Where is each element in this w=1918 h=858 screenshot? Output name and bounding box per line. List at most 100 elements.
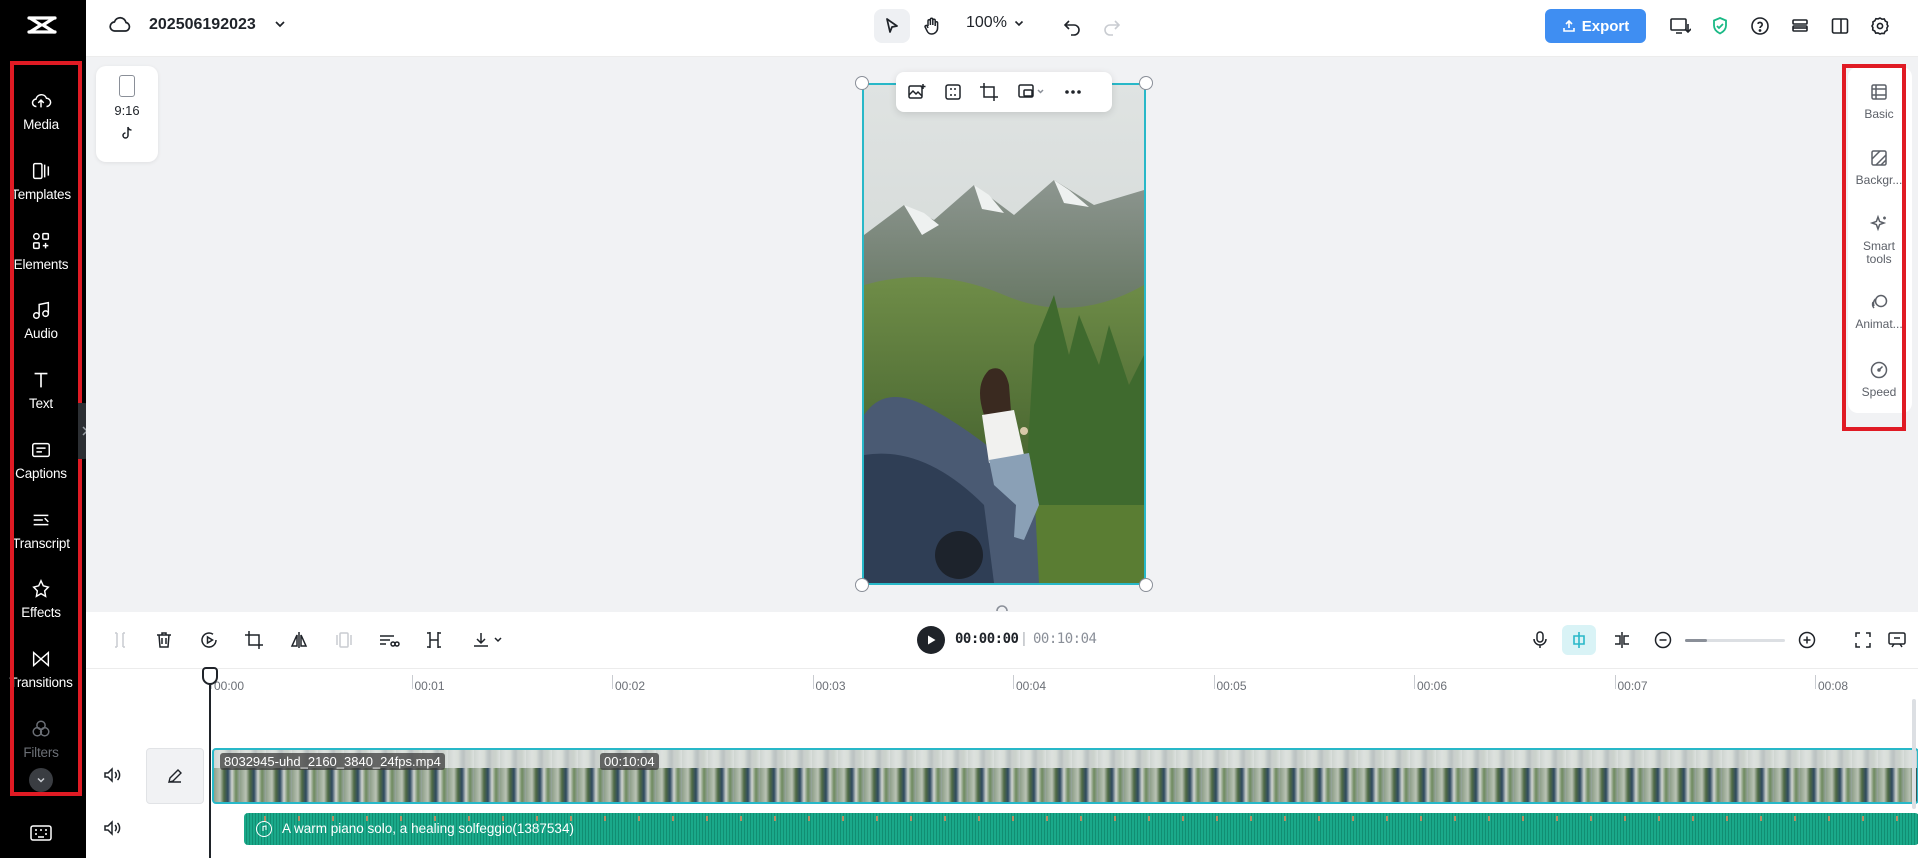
settings-button[interactable] bbox=[1862, 9, 1898, 43]
timeline-scrollbar[interactable] bbox=[1912, 699, 1916, 809]
ruler-label: 00:08 bbox=[1818, 679, 1849, 693]
panel-toggle-button[interactable] bbox=[1822, 9, 1858, 43]
trim-icon bbox=[427, 632, 441, 648]
audio-clip-title: A warm piano solo, a healing solfeggio(1… bbox=[282, 821, 574, 836]
fullscreen-button[interactable] bbox=[1851, 628, 1875, 652]
crop-button[interactable] bbox=[978, 81, 1000, 103]
undo-icon bbox=[1063, 20, 1080, 36]
audio-split-button[interactable] bbox=[377, 628, 401, 652]
help-button[interactable] bbox=[1742, 9, 1778, 43]
ruler-label: 00:04 bbox=[1016, 679, 1047, 693]
ruler-tick bbox=[1414, 675, 1415, 689]
pencil-icon bbox=[168, 769, 182, 783]
freeze-button[interactable] bbox=[332, 628, 356, 652]
shield-button[interactable] bbox=[1702, 9, 1738, 43]
play-circle-icon bbox=[201, 632, 217, 648]
gear-icon bbox=[1871, 17, 1889, 35]
layers-button[interactable] bbox=[1782, 9, 1818, 43]
ruler-label: 00:06 bbox=[1417, 679, 1448, 693]
zoom-out-button[interactable] bbox=[1651, 628, 1675, 652]
chevron-down-icon bbox=[1014, 20, 1023, 27]
play-button[interactable] bbox=[917, 626, 945, 654]
more-horizontal-icon bbox=[1065, 90, 1081, 94]
undo-button[interactable] bbox=[1054, 9, 1090, 43]
shield-check-icon bbox=[1713, 17, 1727, 35]
crop-icon bbox=[980, 83, 998, 101]
speed-tool-button[interactable] bbox=[197, 628, 221, 652]
floating-clip-toolbar bbox=[896, 72, 1112, 112]
delete-button[interactable] bbox=[152, 628, 176, 652]
video-preview[interactable] bbox=[862, 83, 1146, 585]
upload-icon bbox=[1562, 19, 1575, 32]
flip-button[interactable] bbox=[287, 628, 311, 652]
fit-button[interactable] bbox=[942, 81, 964, 103]
record-voiceover-button[interactable] bbox=[1528, 628, 1552, 652]
speaker-icon[interactable] bbox=[102, 765, 122, 785]
more-options-button[interactable] bbox=[1062, 81, 1084, 103]
track-edit-button[interactable] bbox=[146, 748, 204, 804]
zoom-dropdown[interactable]: 100% bbox=[966, 14, 1025, 32]
speaker-icon[interactable] bbox=[102, 818, 122, 838]
trash-icon bbox=[157, 632, 171, 648]
hand-tool-button[interactable] bbox=[914, 9, 950, 43]
right-panel-highlight-box bbox=[1842, 64, 1906, 431]
replace-media-button[interactable] bbox=[906, 81, 928, 103]
resize-handle-top-right[interactable] bbox=[1139, 76, 1153, 90]
ruler-label: 00:01 bbox=[414, 679, 445, 693]
split-button[interactable] bbox=[108, 628, 132, 652]
export-label: Export bbox=[1581, 17, 1630, 35]
crop-tool-button[interactable] bbox=[242, 628, 266, 652]
playhead[interactable] bbox=[209, 669, 211, 858]
ruler-tick bbox=[1013, 675, 1014, 689]
fit-frame-icon bbox=[945, 84, 961, 100]
comment-icon bbox=[1888, 632, 1906, 648]
ruler-tick bbox=[411, 675, 413, 689]
rotate-icon[interactable] bbox=[994, 600, 1010, 612]
crop-icon bbox=[245, 631, 263, 649]
zoom-in-button[interactable] bbox=[1795, 628, 1819, 652]
ruler-tick bbox=[1815, 675, 1816, 689]
auto-snap-toggle[interactable] bbox=[1562, 625, 1596, 655]
cloud-sync-icon[interactable] bbox=[108, 14, 132, 36]
download-icon bbox=[474, 633, 502, 647]
layout-dropdown[interactable] bbox=[1014, 81, 1048, 103]
top-bar: 202506192023 100% Export bbox=[86, 0, 1918, 57]
playhead-handle[interactable] bbox=[202, 667, 218, 685]
ruler-tick bbox=[1614, 675, 1616, 689]
timeline[interactable]: 00:00 00:01 00:02 00:03 00:04 00:05 00:06 00:07… bbox=[86, 667, 1918, 858]
ruler-label: 00:02 bbox=[615, 679, 646, 693]
ruler-tick bbox=[1213, 675, 1215, 689]
keyboard-shortcuts-button[interactable] bbox=[29, 823, 53, 843]
resize-handle-bottom-left[interactable] bbox=[855, 578, 869, 592]
keyboard-icon bbox=[30, 825, 52, 841]
redo-icon bbox=[1104, 20, 1121, 36]
minus-circle-icon bbox=[1654, 631, 1672, 649]
link-tracks-button[interactable] bbox=[1610, 628, 1634, 652]
aspect-ratio-card[interactable]: 9:16 bbox=[96, 66, 158, 162]
resize-handle-top-left[interactable] bbox=[855, 76, 869, 90]
redo-button[interactable] bbox=[1094, 9, 1130, 43]
zoom-value: 100% bbox=[966, 14, 1007, 31]
left-sidebar: Media Templates Elements Audio Text Capt… bbox=[0, 0, 86, 858]
video-clip[interactable]: 8032945-uhd_2160_3840_24fps.mp4 00:10:04 bbox=[212, 748, 1918, 804]
scissors-wave-icon bbox=[380, 635, 400, 647]
ruler-tick bbox=[812, 675, 814, 689]
timeline-zoom-slider[interactable] bbox=[1685, 639, 1785, 642]
aspect-ratio-label: 9:16 bbox=[114, 103, 140, 118]
project-name[interactable]: 202506192023 bbox=[149, 16, 256, 34]
export-button[interactable]: Export bbox=[1545, 9, 1646, 43]
select-tool-button[interactable] bbox=[874, 9, 910, 43]
chevron-down-icon[interactable] bbox=[272, 16, 288, 32]
audio-clip[interactable]: A warm piano solo, a healing solfeggio(1… bbox=[244, 813, 1918, 845]
feedback-button[interactable] bbox=[1885, 628, 1909, 652]
magnet-snap-icon bbox=[1573, 632, 1585, 648]
resize-handle-bottom-right[interactable] bbox=[1139, 578, 1153, 592]
plus-circle-icon bbox=[1798, 631, 1816, 649]
download-dropdown[interactable] bbox=[468, 628, 508, 652]
timeline-toolbar: 00:00:00 | 00:10:04 bbox=[86, 612, 1918, 668]
trim-button[interactable] bbox=[422, 628, 446, 652]
capcut-logo[interactable] bbox=[26, 12, 58, 38]
present-button[interactable] bbox=[1662, 9, 1698, 43]
zoom-slider-fill bbox=[1685, 639, 1707, 642]
monitor-icon bbox=[1670, 18, 1691, 34]
